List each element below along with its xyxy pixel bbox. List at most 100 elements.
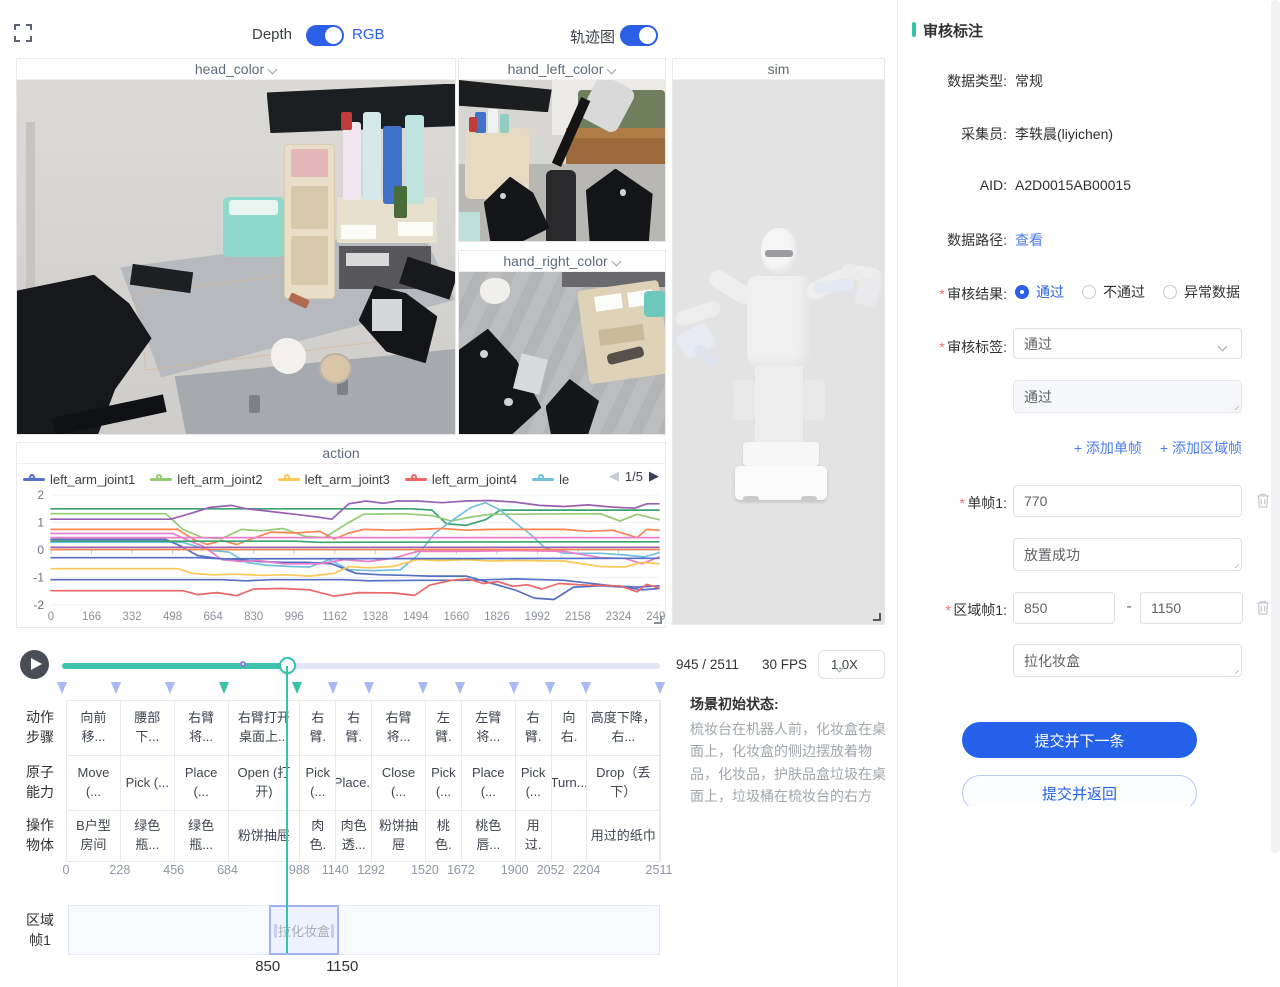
single-frame-note-textarea[interactable]: 放置成功 [1013,538,1242,571]
grid-cell[interactable]: Place (... [462,756,516,811]
region-left-handle[interactable] [274,924,277,938]
data-path-link[interactable]: 查看 [1015,230,1043,250]
step-marker-1140[interactable] [328,682,338,694]
grid-cell[interactable]: 右臂将... [175,701,229,756]
grid-cell[interactable]: 右臂. [300,701,336,756]
step-marker-684[interactable] [219,682,229,694]
grid-cell[interactable]: 桃色唇... [462,811,516,861]
grid-cell[interactable]: Close (... [372,756,426,811]
single-frame-input[interactable]: 770 [1013,485,1242,517]
step-marker-1292[interactable] [364,682,374,694]
result-radio-不通过[interactable]: 不通过 [1082,282,1145,302]
scrollbar-track[interactable] [1271,0,1280,853]
region-frame-block[interactable]: 拉化妆盒 [269,905,339,955]
play-button[interactable] [20,650,49,679]
svg-text:166: 166 [82,611,101,623]
review-panel: 审核标注 数据类型: 常规 采集员: 李轶晨(liyichen) AID: A2… [898,0,1272,806]
grid-cell[interactable]: Pick (... [121,756,175,811]
legend-item-left_arm_joint3[interactable]: left_arm_joint3 [278,472,390,487]
grid-cell[interactable]: 肉色. [300,811,336,861]
svg-text:996: 996 [285,611,304,623]
step-marker-2204[interactable] [581,682,591,694]
grid-cell[interactable]: 粉饼抽屉 [229,811,301,861]
step-marker-0[interactable] [57,682,67,694]
region-frame-track[interactable]: 拉化妆盒 [68,905,660,955]
region-end-input[interactable]: 1150 [1140,592,1243,624]
submit-next-button[interactable]: 提交并下一条 [962,722,1197,758]
grid-cell[interactable]: Drop（丢下） [587,756,660,811]
depth-rgb-toggle[interactable] [306,25,344,46]
resize-corner-icon[interactable] [654,616,662,624]
trajectory-toggle[interactable] [620,25,658,46]
svg-text:1162: 1162 [322,611,347,623]
step-marker-228[interactable] [111,682,121,694]
step-marker-456[interactable] [165,682,175,694]
grid-cell[interactable]: Place.. [336,756,372,811]
grid-cell[interactable] [552,811,588,861]
legend-prev-icon[interactable]: ◀ [609,468,619,484]
grid-cell[interactable]: 右臂将... [372,701,426,756]
grid-cell[interactable]: 右臂. [336,701,372,756]
speed-select[interactable]: 1.0X [818,650,885,679]
grid-cell[interactable]: 高度下降，右... [587,701,660,756]
grid-cell[interactable]: B户型房间 [67,811,121,861]
head-camera-title[interactable]: head_color [17,59,455,80]
action-line-chart[interactable]: 210-1-2016633249866483099611621328149416… [17,489,665,627]
step-marker-988[interactable] [292,682,302,694]
grid-cell[interactable]: Pick (... [300,756,336,811]
timeline-slider[interactable] [62,663,660,669]
add-single-frame-link[interactable]: + 添加单帧 [1074,438,1142,458]
legend-item-left_arm_joint4[interactable]: left_arm_joint4 [405,472,517,487]
grid-cell[interactable]: 肉色透... [336,811,372,861]
data-type-label: 数据类型: [898,71,1007,91]
grid-cell[interactable]: Pick (... [426,756,462,811]
grid-cell[interactable]: 腰部下... [121,701,175,756]
single-frame-label: *单帧1: [898,493,1007,513]
delete-region-frame-icon[interactable] [1255,599,1271,616]
step-marker-2511[interactable] [655,682,665,694]
grid-cell[interactable]: Move (... [67,756,121,811]
grid-cell[interactable]: 用过的纸巾 [587,811,660,861]
step-marker-1900[interactable] [509,682,519,694]
grid-cell[interactable]: 绿色瓶... [121,811,175,861]
grid-cell[interactable]: 右臂打开桌面上... [229,701,301,756]
submit-back-button[interactable]: 提交并返回 [962,775,1197,806]
grid-cell[interactable]: 桃色. [426,811,462,861]
grid-cell[interactable]: 左臂将... [462,701,516,756]
step-marker-1672[interactable] [455,682,465,694]
legend-item-le[interactable]: le [532,472,569,487]
legend-item-left_arm_joint2[interactable]: left_arm_joint2 [150,472,262,487]
grid-cell[interactable]: 用过. [516,811,552,861]
step-marker-1520[interactable] [418,682,428,694]
region-right-handle[interactable] [331,924,334,938]
region-start-input[interactable]: 850 [1013,592,1115,624]
resize-corner-icon[interactable] [873,613,881,621]
delete-single-frame-icon[interactable] [1255,492,1271,509]
resize-grip-icon [1231,666,1239,674]
result-radio-异常数据[interactable]: 异常数据 [1163,282,1240,302]
grid-cell[interactable]: Turn... [552,756,588,811]
grid-cell[interactable]: 粉饼抽屉 [372,811,426,861]
hand-left-camera-title[interactable]: hand_left_color [459,59,665,80]
tag-select[interactable]: 通过 [1013,328,1242,359]
tag-note-textarea[interactable]: 通过 [1013,380,1242,413]
grid-cell[interactable]: 左臂. [426,701,462,756]
region-note-textarea[interactable]: 拉化妆盒 [1013,644,1242,677]
hand-right-camera-photo [459,272,665,434]
playhead-line[interactable] [286,666,288,953]
grid-cell[interactable]: 右臂. [516,701,552,756]
grid-cell[interactable]: Place (... [175,756,229,811]
add-region-frame-link[interactable]: + 添加区域帧 [1160,438,1242,458]
legend-item-left_arm_joint1[interactable]: left_arm_joint1 [23,472,135,487]
grid-cell[interactable]: Open (打开) [229,756,301,811]
fullscreen-icon[interactable] [14,24,32,42]
svg-text:1826: 1826 [484,611,510,623]
hand-right-camera-title[interactable]: hand_right_color [459,251,665,272]
result-radio-通过[interactable]: 通过 [1015,282,1064,302]
legend-next-icon[interactable]: ▶ [649,468,659,484]
step-marker-2052[interactable] [545,682,555,694]
grid-cell[interactable]: 向前移... [67,701,121,756]
grid-cell[interactable]: Pick (... [516,756,552,811]
grid-cell[interactable]: 向右. [552,701,588,756]
grid-cell[interactable]: 绿色瓶... [175,811,229,861]
